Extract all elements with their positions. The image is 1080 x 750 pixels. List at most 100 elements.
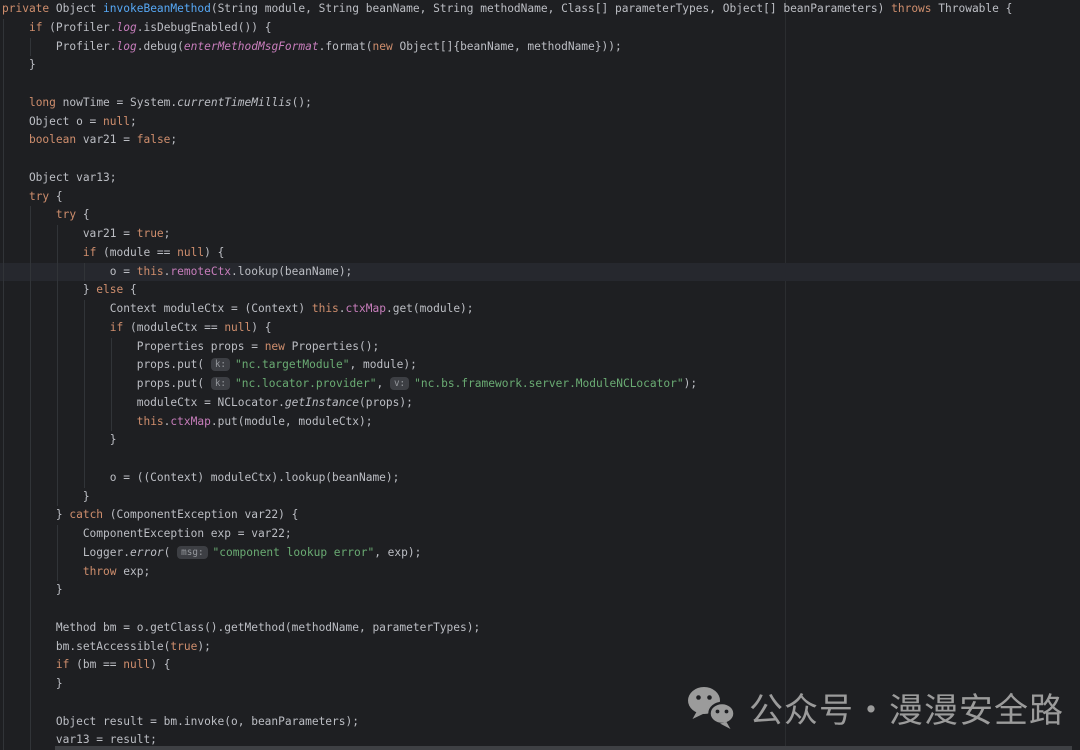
keyword: null <box>177 246 204 259</box>
code-text: Object var13; <box>2 171 117 184</box>
code-text-area[interactable]: private Object invokeBeanMethod(String m… <box>2 0 1080 750</box>
keyword: this <box>137 265 164 278</box>
code-text: } <box>2 283 96 296</box>
code-text: .get(module); <box>386 302 474 315</box>
code-text: , <box>376 377 389 390</box>
string-literal: "nc.locator.provider" <box>235 377 376 390</box>
code-line: Properties props = new Properties(); <box>2 338 1080 357</box>
code-text: ) { <box>204 246 224 259</box>
code-line: Context moduleCtx = (Context) this.ctxMa… <box>2 300 1080 319</box>
watermark-text: 公众号・漫漫安全路 <box>749 683 1064 732</box>
code-text: ( <box>164 546 177 559</box>
code-line: } <box>2 488 1080 507</box>
code-line: Profiler.log.debug(enterMethodMsgFormat.… <box>2 38 1080 57</box>
code-line <box>2 150 1080 169</box>
code-text: } <box>2 677 63 690</box>
string-literal: "nc.targetModule" <box>235 358 350 371</box>
keyword: long <box>29 96 56 109</box>
keyword: true <box>137 227 164 240</box>
code-text <box>2 96 29 109</box>
code-text <box>2 133 29 146</box>
code-text: { <box>123 283 136 296</box>
keyword: if <box>29 21 42 34</box>
code-line: long nowTime = System.currentTimeMillis(… <box>2 94 1080 113</box>
keyword: new <box>373 40 393 53</box>
code-line: } <box>2 581 1080 600</box>
keyword: null <box>103 115 130 128</box>
code-line: Object var13; <box>2 169 1080 188</box>
code-line: ComponentException exp = var22; <box>2 525 1080 544</box>
code-text: ; <box>130 115 137 128</box>
code-text <box>2 415 137 428</box>
code-line: Logger.error( msg: "component lookup erro… <box>2 544 1080 563</box>
code-line <box>2 600 1080 619</box>
code-text: Context moduleCtx = (Context) <box>2 302 312 315</box>
code-text: ComponentException exp = var22; <box>2 527 292 540</box>
code-text: Profiler. <box>2 40 117 53</box>
code-text: , module); <box>350 358 417 371</box>
code-text: . <box>339 302 346 315</box>
parameter-hint: v: <box>390 377 409 390</box>
code-text: props.put( <box>2 358 211 371</box>
code-text: ); <box>684 377 697 390</box>
code-line: bm.setAccessible(true); <box>2 638 1080 657</box>
code-line: } catch (ComponentException var22) { <box>2 506 1080 525</box>
string-literal: "nc.bs.framework.server.ModuleNCLocator" <box>414 377 683 390</box>
keyword: this <box>312 302 339 315</box>
code-line: Object o = null; <box>2 113 1080 132</box>
code-line: o = this.remoteCtx.lookup(beanName); <box>2 263 1080 282</box>
string-literal: "component lookup error" <box>213 546 375 559</box>
code-line: var21 = true; <box>2 225 1080 244</box>
code-line: } else { <box>2 281 1080 300</box>
code-text <box>2 565 83 578</box>
code-text: nowTime = System. <box>56 96 177 109</box>
code-text <box>2 246 83 259</box>
watermark: 公众号・漫漫安全路 <box>687 683 1064 732</box>
code-text <box>2 658 56 671</box>
code-text: var21 = <box>2 227 137 240</box>
parameter-hint: k: <box>211 358 230 371</box>
field: remoteCtx <box>170 265 231 278</box>
code-text: .put(module, moduleCtx); <box>211 415 373 428</box>
code-text: o = ((Context) moduleCtx).lookup(beanNam… <box>2 471 399 484</box>
code-text: bm.setAccessible( <box>2 640 170 653</box>
keyword: new <box>265 340 285 353</box>
keyword: null <box>224 321 251 334</box>
parameter-hint: k: <box>211 377 230 390</box>
code-text: Logger. <box>2 546 130 559</box>
horizontal-scrollbar[interactable] <box>55 746 1072 750</box>
code-line: Method bm = o.getClass().getMethod(metho… <box>2 619 1080 638</box>
code-line: o = ((Context) moduleCtx).lookup(beanNam… <box>2 469 1080 488</box>
keyword: this <box>137 415 164 428</box>
code-text: } <box>2 58 36 71</box>
code-line: if (module == null) { <box>2 244 1080 263</box>
code-text: (bm == <box>69 658 123 671</box>
code-line: private Object invokeBeanMethod(String m… <box>2 0 1080 19</box>
code-text: (); <box>292 96 312 109</box>
keyword: if <box>110 321 123 334</box>
method-name: invokeBeanMethod <box>103 2 211 15</box>
code-line: try { <box>2 206 1080 225</box>
code-editor[interactable]: private Object invokeBeanMethod(String m… <box>0 0 1080 750</box>
code-text: var21 = <box>76 133 137 146</box>
keyword: null <box>123 658 150 671</box>
code-text: .format( <box>319 40 373 53</box>
code-line: if (Profiler.log.isDebugEnabled()) { <box>2 19 1080 38</box>
code-text: ) { <box>150 658 170 671</box>
static-field: log <box>117 21 137 34</box>
static-method: error <box>130 546 164 559</box>
field: ctxMap <box>170 415 210 428</box>
code-text: Properties props = <box>2 340 265 353</box>
code-text: { <box>49 190 62 203</box>
code-text: o = <box>2 265 137 278</box>
code-text: Object[]{beanName, methodName})); <box>393 40 622 53</box>
code-text <box>2 190 29 203</box>
code-text: exp; <box>117 565 151 578</box>
parameter-hint: msg: <box>177 546 207 559</box>
code-line: this.ctxMap.put(module, moduleCtx); <box>2 413 1080 432</box>
code-text: } <box>2 433 117 446</box>
keyword: if <box>83 246 96 259</box>
code-text: (ComponentException var22) { <box>103 508 298 521</box>
keyword: throws <box>891 2 931 15</box>
keyword: else <box>96 283 123 296</box>
